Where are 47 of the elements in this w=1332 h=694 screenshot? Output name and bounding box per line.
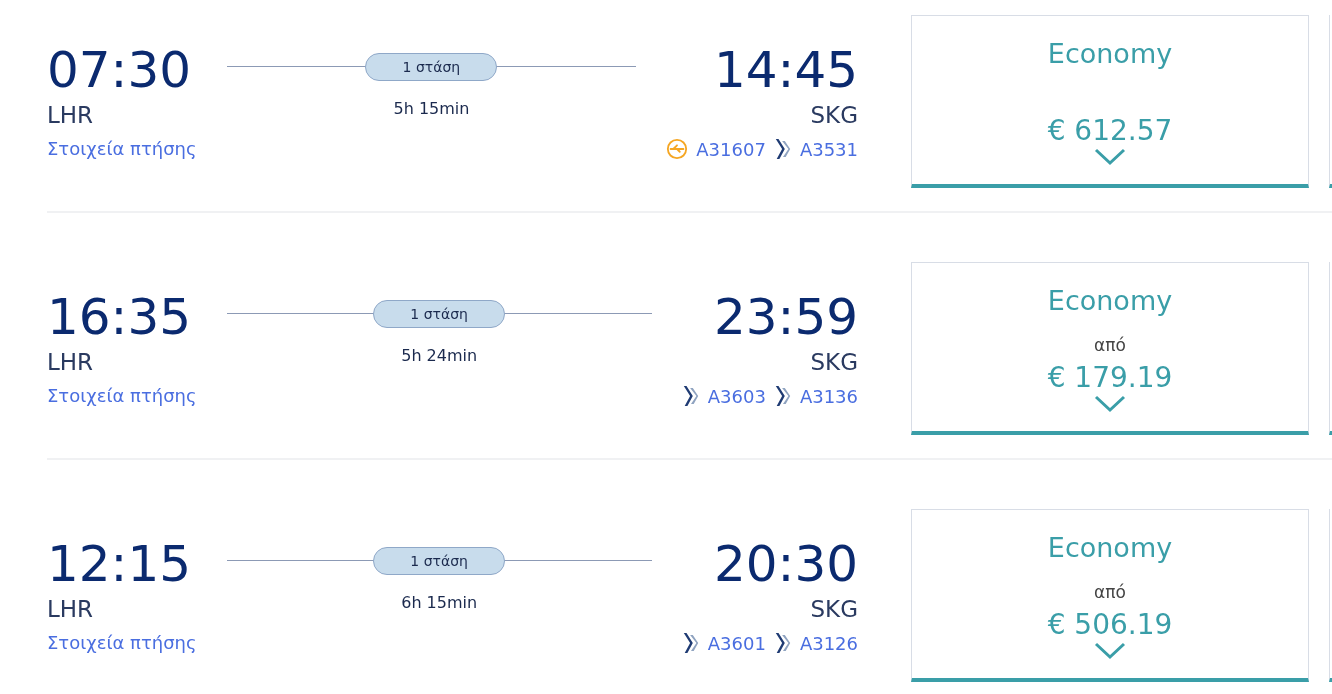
fare-card[interactable]: Economy από € 506.19: [911, 509, 1309, 682]
flight-number-link[interactable]: A3603: [707, 382, 766, 410]
cabin-class: Economy: [1047, 284, 1173, 318]
airline-chevron-icon: [773, 631, 792, 655]
fare-price: € 179.19: [1047, 361, 1173, 395]
flight-number-link[interactable]: A31607: [696, 135, 766, 163]
airline-circle-icon: [666, 138, 689, 160]
from-label: από: [1094, 581, 1126, 605]
flight-number-link[interactable]: A3136: [799, 382, 858, 410]
flight-duration: 5h 24min: [401, 345, 478, 367]
arrival-time: 23:59: [713, 291, 858, 343]
airport-code: LHR: [47, 101, 94, 130]
arrival-time: 14:45: [713, 44, 858, 96]
cabin-class: Economy: [1047, 531, 1173, 565]
arrival-time: 20:30: [713, 538, 858, 590]
departure-time: 07:30: [47, 44, 192, 96]
airport-code: SKG: [810, 595, 858, 624]
stops-badge: 1 στάση: [373, 300, 506, 328]
flight-details-link[interactable]: Στοιχεία πτήσης: [47, 630, 197, 656]
chevron-down-icon: [1094, 395, 1126, 413]
fare-card[interactable]: Economy από € 179.19: [911, 262, 1309, 435]
airport-code: SKG: [810, 348, 858, 377]
fare-price: € 612.57: [1047, 114, 1173, 148]
airport-code: SKG: [810, 101, 858, 130]
airport-code: LHR: [47, 348, 94, 377]
chevron-down-icon: [1094, 642, 1126, 660]
flight-number-link[interactable]: A3601: [707, 629, 766, 657]
stops-badge: 1 στάση: [373, 547, 506, 575]
from-label: από: [1094, 334, 1126, 358]
flight-number-link[interactable]: A3126: [799, 629, 858, 657]
flight-duration: 6h 15min: [401, 592, 478, 614]
flight-details-link[interactable]: Στοιχεία πτήσης: [47, 383, 197, 409]
departure-time: 12:15: [47, 538, 192, 590]
cabin-class: Economy: [1047, 37, 1173, 71]
airline-chevron-icon: [773, 137, 792, 161]
flight-number-link[interactable]: A3531: [799, 135, 858, 163]
airline-chevron-icon: [681, 384, 700, 408]
fare-price: € 506.19: [1047, 608, 1173, 642]
airport-code: LHR: [47, 595, 94, 624]
departure-time: 16:35: [47, 291, 192, 343]
flight-duration: 5h 15min: [393, 98, 470, 120]
airline-chevron-icon: [681, 631, 700, 655]
flight-details-link[interactable]: Στοιχεία πτήσης: [47, 136, 197, 162]
airline-chevron-icon: [773, 384, 792, 408]
fare-card[interactable]: Economy € 612.57: [911, 15, 1309, 188]
stops-badge: 1 στάση: [365, 53, 498, 81]
chevron-down-icon: [1094, 148, 1126, 166]
